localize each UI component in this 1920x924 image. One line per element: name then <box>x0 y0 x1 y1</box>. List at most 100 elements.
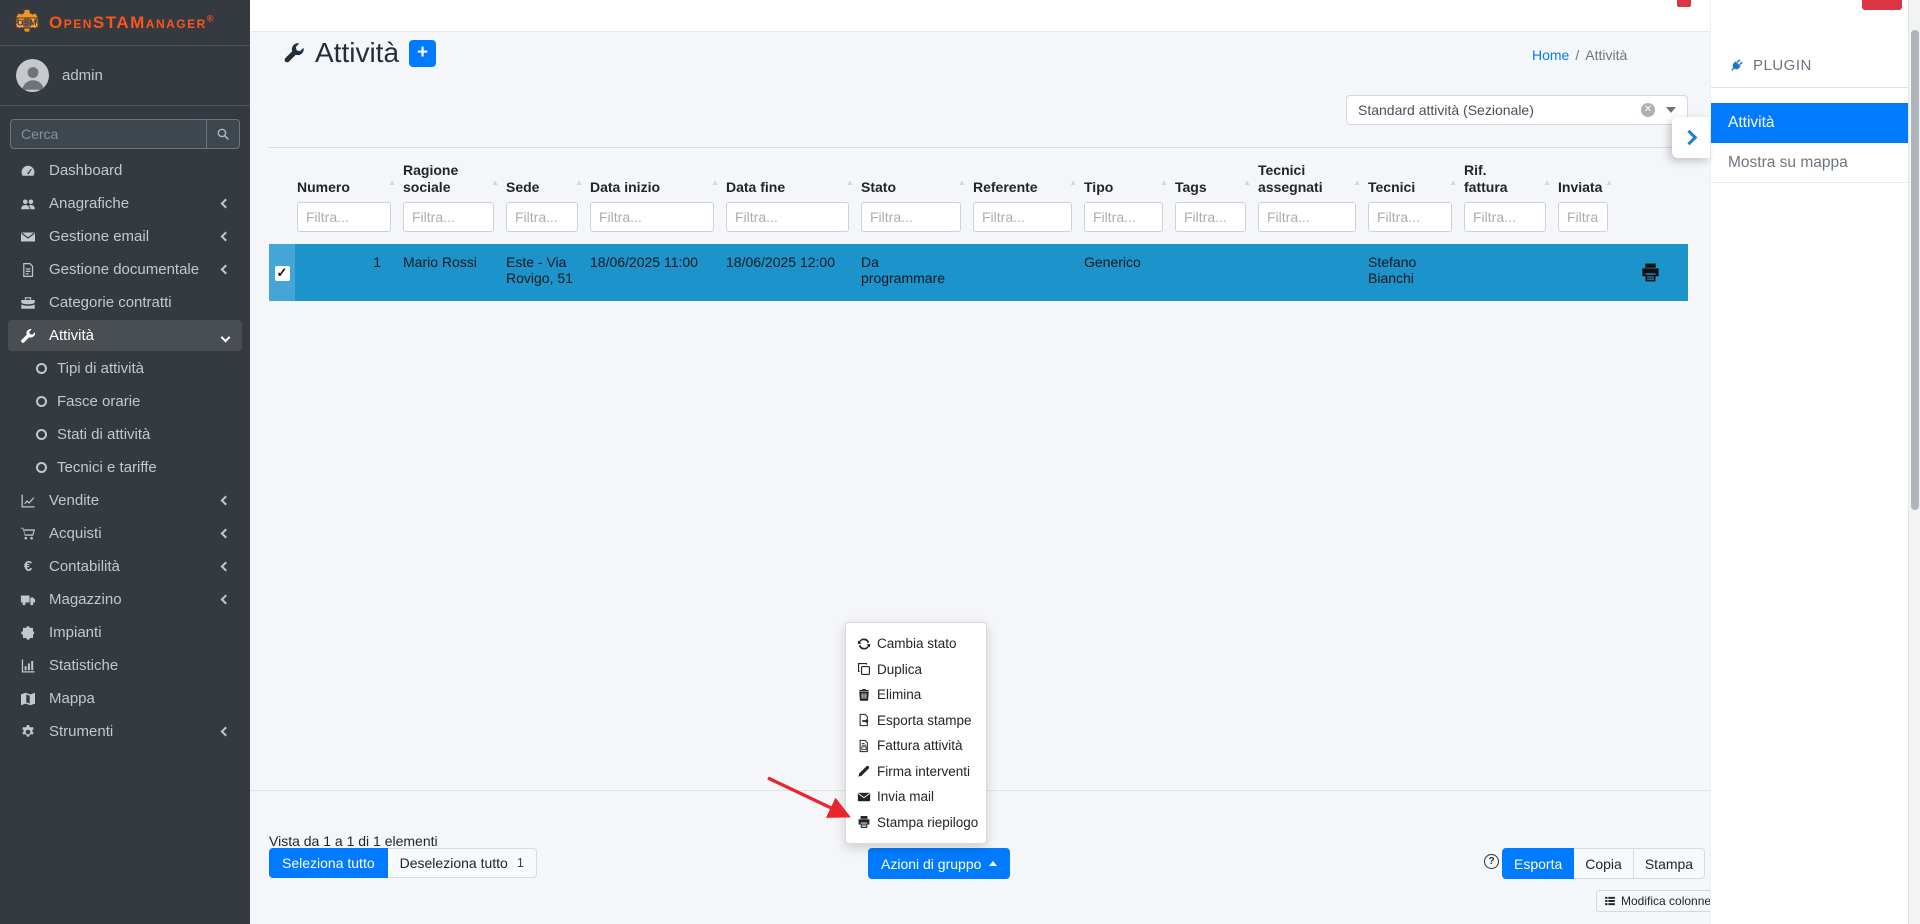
sidebar-item-acquisti[interactable]: Acquisti <box>8 518 242 549</box>
sidebar-item-gestione-email[interactable]: Gestione email <box>8 221 242 252</box>
sidebar-item-mappa[interactable]: Mappa <box>8 683 242 714</box>
sidebar-item-tecnici-e-tariffe[interactable]: Tecnici e tariffe <box>8 452 242 483</box>
filter-input-rif-fattura[interactable] <box>1464 202 1546 232</box>
column-header-data-inizio[interactable]: Data inizio ▲ <box>588 148 724 200</box>
brand[interactable]: OSM OpenSTAManager® <box>0 0 250 46</box>
plug-icon <box>1728 58 1744 74</box>
menu-item-stampa-riepilogo[interactable]: Stampa riepilogo <box>846 810 986 836</box>
sidebar-item-gestione-documentale[interactable]: Gestione documentale <box>8 254 242 285</box>
column-header-referente[interactable]: Referente ▲ <box>971 148 1082 200</box>
sidebar-item-attivita[interactable]: Attività <box>8 320 242 351</box>
clear-icon[interactable]: ✕ <box>1641 103 1655 117</box>
menu-item-elimina[interactable]: Elimina <box>846 682 986 708</box>
menu-item-cambia-stato[interactable]: Cambia stato <box>846 631 986 657</box>
help-icon[interactable]: ? <box>1484 854 1499 869</box>
filter-input-tipo[interactable] <box>1084 202 1163 232</box>
sidebar-item-statistiche[interactable]: Statistiche <box>8 650 242 681</box>
filter-input-tecnici[interactable] <box>1368 202 1452 232</box>
user-panel[interactable]: admin <box>0 46 250 106</box>
select-all-button[interactable]: Seleziona tutto <box>269 848 388 878</box>
column-header-tecnici-assegnati[interactable]: Tecnici assegnati ▲ <box>1256 148 1366 200</box>
filter-input-referente[interactable] <box>973 202 1072 232</box>
plugin-item-attivita[interactable]: Attività <box>1711 103 1908 143</box>
sort-icon[interactable]: ▲ <box>711 174 719 191</box>
menu-item-esporta-stampe[interactable]: Esporta stampe <box>846 708 986 734</box>
column-header-numero[interactable]: Numero ▲ <box>295 148 401 200</box>
filter-input-inviata[interactable] <box>1558 202 1608 232</box>
add-record-button[interactable]: + <box>409 39 437 67</box>
sort-icon[interactable]: ▲ <box>958 174 966 191</box>
sidebar-item-magazzino[interactable]: Magazzino <box>8 584 242 615</box>
sidebar-item-categorie-contratti[interactable]: Categorie contratti <box>8 287 242 318</box>
print-button[interactable]: Stampa <box>1633 848 1706 879</box>
sort-icon[interactable]: ▲ <box>1069 174 1077 191</box>
wrench-icon <box>283 42 305 64</box>
filter-input-sede[interactable] <box>506 202 578 232</box>
group-actions-button[interactable]: Azioni di gruppo <box>868 848 1011 879</box>
sidebar-item-stati-di-attivita[interactable]: Stati di attività <box>8 419 242 450</box>
sort-icon[interactable]: ▲ <box>388 174 396 191</box>
column-header-tecnici[interactable]: Tecnici ▲ <box>1366 148 1462 200</box>
sort-icon[interactable]: ▲ <box>1353 174 1361 191</box>
menu-item-firma-interventi[interactable]: Firma interventi <box>846 759 986 785</box>
notification-badge[interactable] <box>1862 0 1902 10</box>
row-checkbox-cell[interactable] <box>269 244 295 301</box>
sort-icon[interactable]: ▲ <box>1160 174 1168 191</box>
sort-icon[interactable]: ▲ <box>491 174 499 191</box>
checkbox-checked-icon[interactable] <box>274 266 290 281</box>
deselect-all-button[interactable]: Deseleziona tutto 1 <box>387 848 537 878</box>
scrollbar-thumb[interactable] <box>1911 30 1919 510</box>
sort-icon[interactable]: ▲ <box>1449 174 1457 191</box>
export-button[interactable]: Esporta <box>1502 848 1575 879</box>
column-header-tipo[interactable]: Tipo ▲ <box>1082 148 1173 200</box>
column-header-rif-fattura[interactable]: Rif. fattura ▲ <box>1462 148 1556 200</box>
sort-icon[interactable]: ▲ <box>846 174 854 191</box>
sidebar-item-impianti[interactable]: Impianti <box>8 617 242 648</box>
copy-button[interactable]: Copia <box>1574 848 1634 879</box>
cell-tags <box>1173 244 1256 301</box>
sidebar-item-anagrafiche[interactable]: Anagrafiche <box>8 188 242 219</box>
filter-input-ragione-sociale[interactable] <box>403 202 494 232</box>
filter-input-data-fine[interactable] <box>726 202 849 232</box>
filter-input-numero[interactable] <box>297 202 391 232</box>
select-column-header <box>269 148 295 200</box>
sidebar-item-tipi-di-attivita[interactable]: Tipi di attività <box>8 353 242 384</box>
printer-icon[interactable] <box>1640 263 1661 286</box>
notification-badge-small[interactable] <box>1677 0 1691 7</box>
plugin-item-mostra-su-mappa[interactable]: Mostra su mappa <box>1711 143 1908 183</box>
filter-input-tecnici-assegnati[interactable] <box>1258 202 1356 232</box>
sidebar-item-strumenti[interactable]: Strumenti <box>8 716 242 747</box>
column-header-tags[interactable]: Tags ▲ <box>1173 148 1256 200</box>
column-header-stato[interactable]: Stato ▲ <box>859 148 971 200</box>
sidebar-item-contabilita[interactable]: € Contabilità <box>8 551 242 582</box>
column-header-inviata[interactable]: Inviata ▲ <box>1556 148 1618 200</box>
filter-input-data-inizio[interactable] <box>590 202 714 232</box>
sort-icon[interactable]: ▲ <box>1605 174 1613 191</box>
print-template-select[interactable]: Standard attività (Sezionale) ✕ <box>1346 95 1688 125</box>
column-header-data-fine[interactable]: Data fine ▲ <box>724 148 859 200</box>
search-button[interactable] <box>206 119 240 149</box>
search-input[interactable] <box>10 119 206 149</box>
page-scrollbar[interactable] <box>1908 0 1920 924</box>
column-header-ragione-sociale[interactable]: Ragione sociale ▲ <box>401 148 504 200</box>
export-button-group: Esporta Copia Stampa <box>1502 848 1706 879</box>
breadcrumb-home-link[interactable]: Home <box>1532 47 1569 63</box>
menu-item-duplica[interactable]: Duplica <box>846 657 986 683</box>
filter-input-stato[interactable] <box>861 202 961 232</box>
sidebar-item-vendite[interactable]: Vendite <box>8 485 242 516</box>
sort-icon[interactable]: ▲ <box>575 174 583 191</box>
sidebar-item-dashboard[interactable]: Dashboard <box>8 155 242 186</box>
column-header-sede[interactable]: Sede ▲ <box>504 148 588 200</box>
table-row-selected[interactable]: 1 Mario Rossi Este - Via Rovigo, 51 18/0… <box>269 244 1688 301</box>
cell-referente <box>971 244 1082 301</box>
menu-item-fattura-attivita[interactable]: Fattura attività <box>846 733 986 759</box>
filter-input-tags[interactable] <box>1175 202 1246 232</box>
sidebar-item-fasce-orarie[interactable]: Fasce orarie <box>8 386 242 417</box>
collapse-plugin-panel-button[interactable] <box>1672 117 1710 158</box>
menu-item-invia-mail[interactable]: Invia mail <box>846 784 986 810</box>
sort-icon[interactable]: ▲ <box>1543 174 1551 191</box>
edit-columns-button[interactable]: Modifica colonne <box>1596 890 1720 912</box>
chevron-left-icon <box>220 198 231 209</box>
sort-icon[interactable]: ▲ <box>1243 174 1251 191</box>
chevron-left-icon <box>220 528 231 539</box>
